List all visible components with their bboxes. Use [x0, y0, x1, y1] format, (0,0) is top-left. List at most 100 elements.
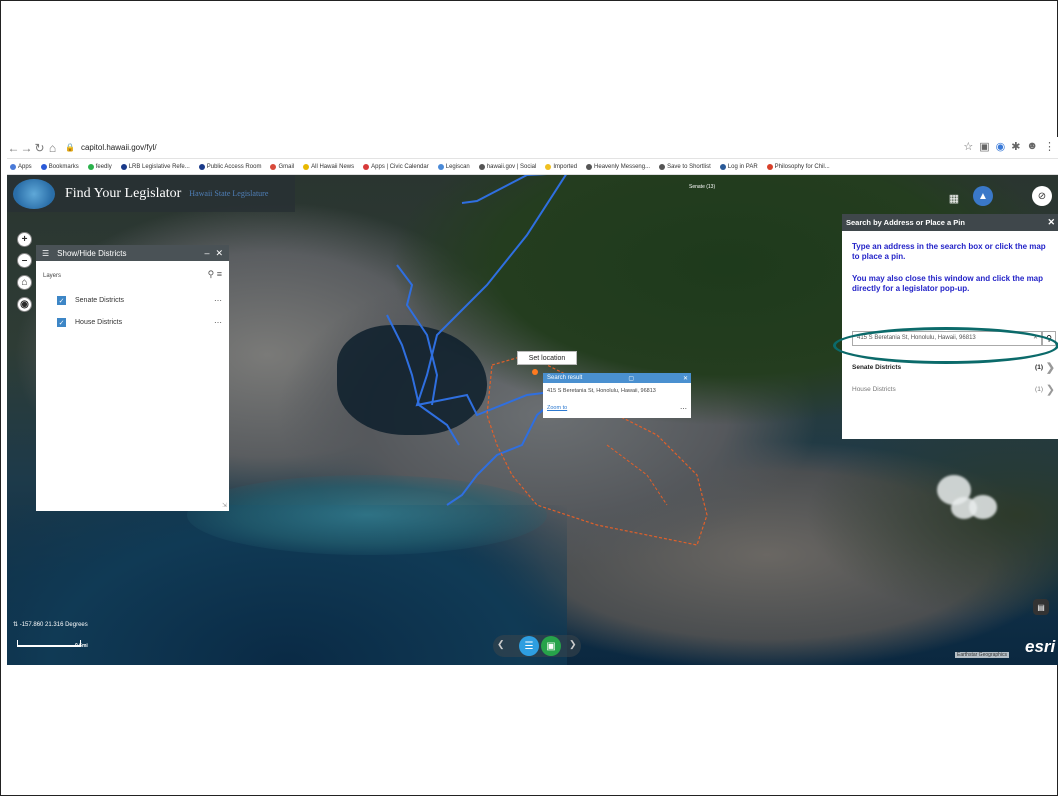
forward-icon[interactable]: →	[20, 141, 33, 155]
resize-handle[interactable]: ⇲	[222, 502, 227, 509]
app-subtitle[interactable]: Hawaii State Legislature	[189, 189, 268, 198]
chevron-right-icon: ❯	[1045, 384, 1055, 396]
search-icon[interactable]: ⚲	[208, 269, 215, 279]
home-icon[interactable]: ⌂	[46, 141, 59, 155]
visibility-toggle[interactable]: ⊘	[1032, 186, 1052, 206]
popup-header: Search result ▢ ✕	[543, 373, 691, 383]
bookmark-item[interactable]: Public Access Room	[196, 163, 265, 170]
result-row[interactable]: House Districts (1) ❯	[852, 384, 1057, 396]
bookmark-item[interactable]: Legiscan	[435, 163, 473, 170]
extension-icon[interactable]: ◉	[996, 140, 1006, 153]
layers-panel: ☰ Show/Hide Districts – ✕ Layers ⚲ ≡ ✓ S…	[36, 245, 229, 511]
house-district-line	[606, 444, 668, 506]
locate-button[interactable]: ◉	[17, 297, 32, 312]
app-header: Find Your Legislator Hawaii State Legisl…	[7, 175, 295, 212]
bookmark-item[interactable]: Apps | Civic Calendar	[360, 163, 432, 170]
coords-toggle-icon[interactable]: ⇅	[13, 622, 18, 628]
reload-icon[interactable]: ↻	[33, 141, 46, 155]
search-panel-header: Search by Address or Place a Pin ✕	[842, 214, 1058, 231]
maximize-icon[interactable]: ▢	[628, 375, 634, 382]
filter-icon[interactable]: ≡	[217, 269, 222, 279]
browser-window: ← → ↻ ⌂ 🔒 capitol.hawaii.gov/fyl/ ☆ ▣ ◉ …	[7, 137, 1058, 665]
minimize-button[interactable]: –	[204, 248, 209, 258]
location-marker[interactable]	[532, 369, 538, 375]
result-label: House Districts	[852, 386, 896, 393]
layer-label: House Districts	[75, 319, 123, 326]
bookmark-item[interactable]: Philosophy for Chil...	[764, 163, 833, 170]
result-count: (1)	[1035, 364, 1043, 371]
layer-label: Senate Districts	[75, 297, 125, 304]
bookmark-item[interactable]: Save to Shortlist	[656, 163, 714, 170]
senate-boundary-line	[396, 264, 439, 406]
close-button[interactable]: ✕	[215, 248, 223, 259]
highlight-oval	[833, 327, 1058, 364]
popup-address: 415 S Beretania St, Honolulu, Hawaii, 96…	[547, 388, 656, 394]
instructions-text: Type an address in the search box or cli…	[852, 242, 1046, 261]
bookmark-item[interactable]: Bookmarks	[38, 163, 82, 170]
search-result-popup: Search result ▢ ✕ 415 S Beretania St, Ho…	[543, 373, 691, 418]
bookmark-item[interactable]: Imported	[542, 163, 580, 170]
senate-boundary-line	[386, 314, 460, 446]
star-icon[interactable]: ☆	[963, 140, 973, 153]
senate-boundary-line	[415, 175, 571, 506]
search-panel-title: Search by Address or Place a Pin	[846, 218, 965, 227]
result-count: (1)	[1035, 386, 1043, 393]
instructions-text: You may also close this window and click…	[852, 274, 1044, 293]
hawaii-logo-icon	[13, 178, 55, 209]
result-row[interactable]: Senate Districts (1) ❯	[852, 362, 1057, 374]
lock-icon: 🔒	[65, 143, 75, 152]
coordinates-readout: ⇅ -157.860 21.316 Degrees	[13, 622, 88, 628]
layer-row[interactable]: ✓ House Districts ⋯	[57, 318, 222, 327]
layer-row[interactable]: ✓ Senate Districts ⋯	[57, 296, 222, 305]
bottom-toolbar: ❮ ☰ ▣ ❯	[493, 635, 581, 657]
bookmark-item[interactable]: Apps	[7, 163, 35, 170]
extension-icon[interactable]: ▣	[979, 140, 989, 153]
bookmarks-bar: Apps Bookmarks feedly LRB Legislative Re…	[7, 159, 1058, 175]
bookmark-item[interactable]: hawaii.gov | Social	[476, 163, 540, 170]
layers-panel-title: Show/Hide Districts	[57, 248, 127, 258]
checkbox-house[interactable]: ✓	[57, 318, 66, 327]
menu-icon[interactable]: ⋮	[1044, 140, 1055, 153]
more-options-icon[interactable]: ⋯	[214, 318, 222, 327]
bookmark-item[interactable]: LRB Legislative Refe...	[118, 163, 193, 170]
map-attribution[interactable]: Earthstar Geographics	[955, 652, 1010, 658]
more-options-icon[interactable]: ⋯	[214, 296, 222, 305]
bookmark-item[interactable]: Heavenly Messeng...	[583, 163, 653, 170]
basemap-button[interactable]: ▤	[1033, 599, 1049, 615]
share-button[interactable]: ▲	[973, 186, 993, 206]
close-button[interactable]: ✕	[1047, 217, 1055, 228]
layers-label: Layers	[43, 273, 62, 279]
legend-button[interactable]: ☰	[519, 636, 539, 656]
close-icon[interactable]: ✕	[683, 375, 688, 382]
zoom-in-button[interactable]: +	[17, 232, 32, 247]
chevron-left-icon[interactable]: ❮	[497, 639, 505, 650]
layer-list-button[interactable]: ▣	[541, 636, 561, 656]
result-label: Senate Districts	[852, 364, 902, 371]
scale-bar	[17, 640, 81, 647]
set-location-tooltip[interactable]: Set location	[517, 351, 577, 365]
grid-icon[interactable]: ▦	[944, 188, 964, 208]
bookmark-item[interactable]: Gmail	[267, 163, 297, 170]
puzzle-icon[interactable]: ✱	[1011, 140, 1020, 153]
more-options-icon[interactable]: ⋯	[680, 405, 687, 413]
scale-text: 0.6mi	[75, 643, 88, 649]
address-bar: ← → ↻ ⌂ 🔒 capitol.hawaii.gov/fyl/ ☆ ▣ ◉ …	[7, 137, 1058, 159]
esri-logo: esri	[1025, 637, 1056, 656]
zoom-to-link[interactable]: Zoom to	[547, 405, 567, 411]
home-button[interactable]: ⌂	[17, 275, 32, 290]
zoom-out-button[interactable]: –	[17, 253, 32, 268]
layers-panel-header: ☰ Show/Hide Districts – ✕	[36, 245, 229, 261]
bookmark-item[interactable]: feedly	[85, 163, 115, 170]
app-title: Find Your Legislator	[65, 185, 182, 201]
layers-icon: ☰	[42, 248, 50, 258]
bookmark-item[interactable]: All Hawaii News	[300, 163, 357, 170]
chevron-right-icon[interactable]: ❯	[569, 639, 577, 650]
chevron-right-icon: ❯	[1045, 362, 1055, 374]
profile-icon[interactable]: ☻	[1026, 140, 1038, 153]
bookmark-item[interactable]: Log in PAR	[717, 163, 761, 170]
popup-title: Search result	[547, 375, 583, 381]
url-text[interactable]: capitol.hawaii.gov/fyl/	[81, 143, 157, 152]
back-icon[interactable]: ←	[7, 141, 20, 155]
slide: ← → ↻ ⌂ 🔒 capitol.hawaii.gov/fyl/ ☆ ▣ ◉ …	[0, 0, 1058, 796]
checkbox-senate[interactable]: ✓	[57, 296, 66, 305]
